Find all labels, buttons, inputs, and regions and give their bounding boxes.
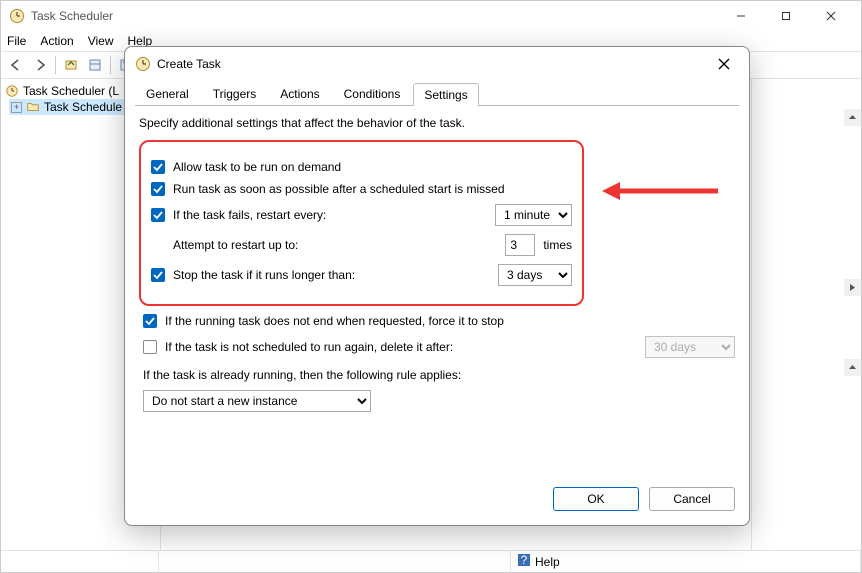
close-button[interactable] <box>808 2 853 31</box>
status-cell-2 <box>159 551 511 572</box>
checkbox-force-stop[interactable] <box>143 314 157 328</box>
dialog-close-button[interactable] <box>709 49 739 79</box>
label-already-running: If the task is already running, then the… <box>143 368 735 382</box>
status-help-label: Help <box>535 555 560 569</box>
tab-conditions[interactable]: Conditions <box>333 82 412 105</box>
select-delete-after-wrap: 30 days <box>645 336 735 358</box>
select-stop-longer[interactable]: 3 days <box>498 264 572 286</box>
window-controls <box>718 2 853 31</box>
expand-icon[interactable]: + <box>11 102 22 113</box>
intro-text: Specify additional settings that affect … <box>139 116 735 130</box>
row-attempt: Attempt to restart up to: times <box>151 234 572 256</box>
select-delete-after[interactable]: 30 days <box>645 336 735 358</box>
main-title-bar: Task Scheduler <box>1 1 861 31</box>
row-delete-after: If the task is not scheduled to run agai… <box>143 336 735 358</box>
label-run-asap: Run task as soon as possible after a sch… <box>173 182 505 196</box>
row-run-asap: Run task as soon as possible after a sch… <box>151 182 572 196</box>
menu-view[interactable]: View <box>88 34 114 48</box>
toolbar-separator-2 <box>110 56 111 74</box>
label-delete-after: If the task is not scheduled to run agai… <box>165 340 453 354</box>
toolbar-separator <box>55 56 56 74</box>
tree-child-label: Task Schedule <box>44 100 122 114</box>
row-allow-on-demand: Allow task to be run on demand <box>151 160 572 174</box>
tab-actions[interactable]: Actions <box>269 82 330 105</box>
ok-button[interactable]: OK <box>553 487 639 511</box>
checkbox-restart-if-fail[interactable] <box>151 208 165 222</box>
status-help: ? Help <box>511 551 861 572</box>
tab-settings[interactable]: Settings <box>413 83 478 106</box>
attempt-controls: times <box>505 234 572 256</box>
row-restart-if-fail: If the task fails, restart every: 1 minu… <box>151 204 572 226</box>
status-bar: ? Help <box>1 550 861 572</box>
label-attempt-suffix: times <box>543 238 572 252</box>
help-icon: ? <box>517 553 531 570</box>
label-force-stop: If the running task does not end when re… <box>165 314 504 328</box>
clock-icon <box>5 84 19 98</box>
clock-icon <box>135 56 151 72</box>
menu-action[interactable]: Action <box>40 34 73 48</box>
up-button[interactable] <box>60 54 82 76</box>
highlight-box: Allow task to be run on demand Run task … <box>139 140 584 306</box>
window-title: Task Scheduler <box>31 9 718 23</box>
select-restart-interval[interactable]: 1 minute <box>495 204 572 226</box>
cancel-button[interactable]: Cancel <box>649 487 735 511</box>
svg-text:?: ? <box>521 553 528 567</box>
forward-button[interactable] <box>29 54 51 76</box>
view-button[interactable] <box>84 54 106 76</box>
minimize-button[interactable] <box>718 2 763 31</box>
dialog-body: Specify additional settings that affect … <box>125 106 749 477</box>
tab-triggers[interactable]: Triggers <box>202 82 268 105</box>
select-stop-longer-wrap: 3 days <box>498 264 572 286</box>
back-button[interactable] <box>5 54 27 76</box>
scroll-up-icon[interactable] <box>844 109 861 126</box>
folder-icon <box>26 100 40 114</box>
label-stop-longer: Stop the task if it runs longer than: <box>173 268 355 282</box>
actions-pane <box>751 79 861 550</box>
select-already-running[interactable]: Do not start a new instance <box>143 390 371 412</box>
dialog-buttons: OK Cancel <box>125 477 749 525</box>
checkbox-stop-longer[interactable] <box>151 268 165 282</box>
maximize-button[interactable] <box>763 2 808 31</box>
label-attempt: Attempt to restart up to: <box>173 238 298 252</box>
dialog-title: Create Task <box>157 57 709 71</box>
input-attempt-count[interactable] <box>505 234 535 256</box>
checkbox-run-asap[interactable] <box>151 182 165 196</box>
scroll-right-icon[interactable] <box>844 279 861 296</box>
checkbox-delete-after[interactable] <box>143 340 157 354</box>
select-restart-interval-wrap: 1 minute <box>495 204 572 226</box>
status-cell-1 <box>1 551 159 572</box>
dialog-title-bar: Create Task <box>125 47 749 81</box>
tree-root-label: Task Scheduler (L <box>23 84 119 98</box>
tab-row: General Triggers Actions Conditions Sett… <box>125 81 749 105</box>
scroll-up-icon-2[interactable] <box>844 359 861 376</box>
menu-file[interactable]: File <box>7 34 26 48</box>
label-restart-if-fail: If the task fails, restart every: <box>173 208 326 222</box>
tab-general[interactable]: General <box>135 82 200 105</box>
row-force-stop: If the running task does not end when re… <box>143 314 735 328</box>
create-task-dialog: Create Task General Triggers Actions Con… <box>124 46 750 526</box>
label-allow-on-demand: Allow task to be run on demand <box>173 160 341 174</box>
row-stop-longer: Stop the task if it runs longer than: 3 … <box>151 264 572 286</box>
checkbox-allow-on-demand[interactable] <box>151 160 165 174</box>
clock-icon <box>9 8 25 24</box>
